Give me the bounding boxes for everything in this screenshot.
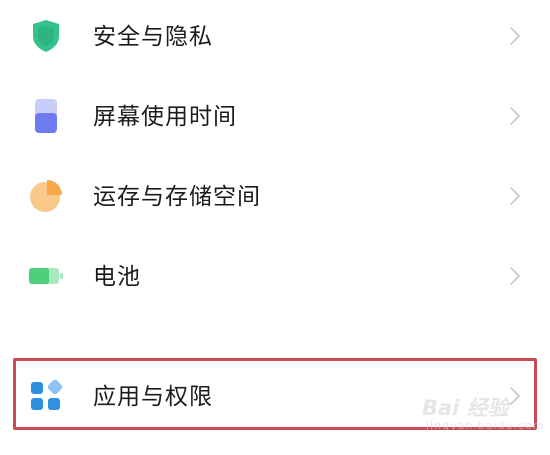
chevron-right-icon — [510, 387, 520, 405]
shield-icon — [33, 20, 59, 52]
chevron-right-icon — [510, 187, 520, 205]
apps-grid-icon — [31, 379, 63, 410]
storage-pie-icon — [30, 180, 62, 212]
settings-item-battery[interactable]: 电池 — [0, 244, 550, 304]
chevron-right-icon — [510, 107, 520, 125]
settings-item-label: 运存与存储空间 — [93, 184, 261, 210]
chevron-right-icon — [510, 267, 520, 285]
settings-item-label: 屏幕使用时间 — [93, 104, 237, 130]
settings-item-security-privacy[interactable]: 安全与隐私 — [0, 4, 550, 64]
battery-icon — [29, 268, 63, 284]
settings-item-label: 安全与隐私 — [93, 24, 213, 50]
settings-item-ram-storage[interactable]: 运存与存储空间 — [0, 164, 550, 224]
screen-time-icon — [35, 99, 57, 133]
chevron-right-icon — [510, 27, 520, 45]
settings-item-screen-time[interactable]: 屏幕使用时间 — [0, 84, 550, 144]
settings-item-apps-permissions[interactable]: 应用与权限 — [0, 364, 550, 424]
settings-item-label: 电池 — [93, 264, 141, 290]
settings-page: 安全与隐私 屏幕使用时间 运存与存储空间 电池 应用与权限 Bai 经验 jin… — [0, 0, 550, 455]
settings-item-label: 应用与权限 — [93, 384, 213, 410]
